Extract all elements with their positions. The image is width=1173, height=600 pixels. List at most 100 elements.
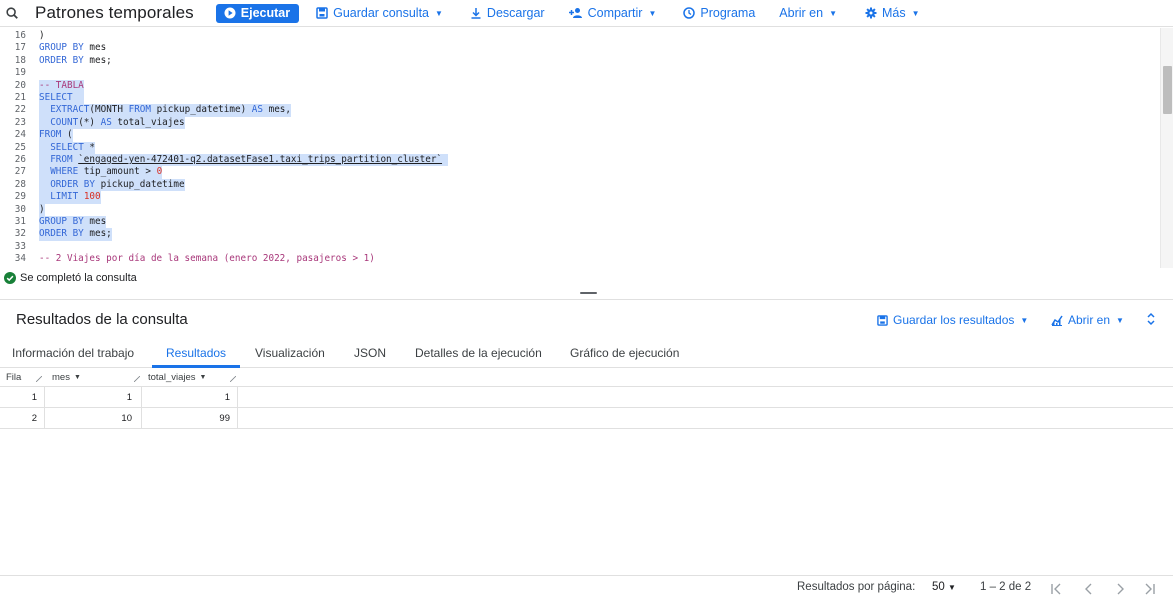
code-line: 30) (14, 203, 45, 216)
cell-total-viajes: 1 (224, 392, 230, 403)
query-status: Se completó la consulta (4, 272, 137, 284)
scrollbar-thumb[interactable] (1163, 66, 1172, 114)
cell-mes: 1 (126, 392, 132, 403)
code-line: 23 COUNT(*) AS total_viajes (14, 116, 185, 130)
divider (0, 299, 1173, 300)
previous-page-icon[interactable] (1083, 583, 1095, 595)
schedule-button[interactable]: Programa (683, 6, 755, 20)
more-label: Más (881, 6, 906, 20)
resize-handle[interactable] (580, 292, 597, 294)
code-line: 16) (14, 30, 45, 41)
code-line: 22 EXTRACT(MONTH FROM pickup_datetime) A… (14, 104, 291, 117)
tab-execution-graph[interactable]: Gráfico de ejecución (570, 346, 679, 360)
chart-icon (1051, 315, 1063, 326)
code-line: 31 GROUP BY mes (14, 216, 107, 229)
schedule-label: Programa (700, 6, 756, 20)
results-tabs: Información del trabajo Resultados Visua… (0, 342, 1173, 368)
download-icon (471, 8, 481, 19)
open-in-label: Abrir en (779, 6, 824, 20)
per-page-label: Resultados por página: (797, 581, 916, 593)
save-query-label: Guardar consulta (333, 6, 429, 20)
play-icon (224, 7, 236, 19)
column-resize-icon[interactable] (230, 376, 236, 382)
column-divider (44, 387, 45, 429)
tab-execution-details[interactable]: Detalles de la ejecución (415, 346, 542, 360)
save-results-label: Guardar los resultados (893, 313, 1015, 327)
code-line: 27 WHERE tip_amount > 0 (14, 166, 163, 179)
chevron-down-icon: ▼ (648, 8, 657, 18)
clock-icon (683, 7, 696, 19)
column-divider (237, 387, 238, 429)
results-open-in-button[interactable]: Abrir en ▼ (1051, 313, 1124, 327)
expand-collapse-icon[interactable] (1146, 312, 1156, 326)
query-icon (6, 7, 18, 19)
query-title: Patrones temporales (35, 3, 194, 22)
code-line: 26 FROM `engaged-yen-472401-q2.datasetFa… (0, 154, 448, 167)
check-circle-icon (4, 272, 16, 284)
table-row: 1 1 1 (0, 387, 1173, 408)
cell-row-number: 2 (31, 413, 37, 424)
gear-icon (865, 7, 877, 19)
first-page-icon[interactable] (1050, 583, 1062, 595)
code-line: 34 -- 2 Viajes por día de la semana (ener… (14, 253, 375, 265)
column-header-row: Fila (6, 372, 22, 383)
tab-results[interactable]: Resultados (166, 346, 226, 360)
run-button[interactable]: Ejecutar (215, 3, 300, 23)
code-line: 25 SELECT * (14, 141, 95, 154)
code-line: 17 GROUP BY mes (14, 42, 107, 54)
chevron-down-icon: ▼ (948, 583, 956, 592)
more-button[interactable]: Más ▼ (865, 6, 920, 20)
last-page-icon[interactable] (1144, 583, 1156, 595)
code-line: 28 ORDER BY pickup_datetime (14, 178, 185, 192)
column-header-mes[interactable]: mes ▼ (52, 372, 81, 383)
column-resize-icon[interactable] (134, 376, 140, 382)
tab-visualization[interactable]: Visualización (255, 346, 325, 360)
code-line: 29 LIMIT 100 (14, 191, 101, 204)
run-label: Ejecutar (240, 6, 291, 20)
chevron-down-icon: ▼ (1116, 315, 1124, 325)
results-open-in-label: Abrir en (1068, 313, 1111, 327)
sort-caret-icon: ▼ (199, 374, 207, 381)
download-label: Descargar (486, 6, 545, 20)
chevron-down-icon: ▼ (829, 8, 837, 18)
sort-caret-icon: ▼ (73, 374, 81, 381)
cell-total-viajes: 99 (219, 413, 230, 424)
code-line: 20 -- TABLA (14, 79, 84, 92)
tab-job-info[interactable]: Información del trabajo (12, 346, 134, 360)
code-line: 18 ORDER BY mes; (14, 54, 112, 66)
share-button[interactable]: Compartir ▼ (568, 6, 657, 20)
share-label: Compartir (587, 6, 643, 20)
add-person-icon (568, 8, 582, 18)
toolbar: Patrones temporales Ejecutar Guardar con… (0, 0, 1173, 27)
chevron-down-icon: ▼ (435, 8, 443, 18)
open-in-button[interactable]: Abrir en ▼ (779, 6, 837, 20)
column-header-total-viajes[interactable]: total_viajes ▼ (148, 372, 206, 383)
tab-json[interactable]: JSON (354, 346, 386, 360)
code-line: 19 (14, 67, 26, 79)
page-range: 1 – 2 de 2 (980, 581, 1032, 593)
save-results-button[interactable]: Guardar los resultados ▼ (877, 313, 1028, 327)
column-resize-icon[interactable] (36, 376, 42, 382)
cell-row-number: 1 (31, 392, 37, 403)
per-page-select[interactable]: 50 ▼ (932, 581, 956, 593)
code-line: 32 ORDER BY mes; (14, 228, 112, 241)
code-line: 24 FROM ( (14, 129, 73, 142)
footer-divider (0, 575, 1173, 576)
editor-scrollbar[interactable] (1160, 28, 1173, 268)
status-text: Se completó la consulta (20, 272, 137, 284)
next-page-icon[interactable] (1114, 583, 1126, 595)
sql-editor[interactable]: 16) 17 GROUP BY mes 18 ORDER BY mes; 19 20… (0, 28, 1160, 268)
code-line: 21 SELECT (0, 92, 84, 105)
table-row: 2 10 99 (0, 408, 1173, 429)
table-header: Fila mes ▼ total_viajes ▼ (0, 368, 1173, 387)
cell-mes: 10 (121, 413, 132, 424)
save-query-button[interactable]: Guardar consulta ▼ (316, 6, 443, 20)
chevron-down-icon: ▼ (1020, 315, 1029, 325)
column-divider (141, 387, 142, 429)
code-line: 33 (14, 240, 26, 252)
results-title: Resultados de la consulta (16, 311, 188, 328)
chevron-down-icon: ▼ (911, 8, 920, 18)
save-icon (877, 314, 888, 326)
save-icon (316, 7, 328, 19)
download-button[interactable]: Descargar (470, 6, 545, 20)
